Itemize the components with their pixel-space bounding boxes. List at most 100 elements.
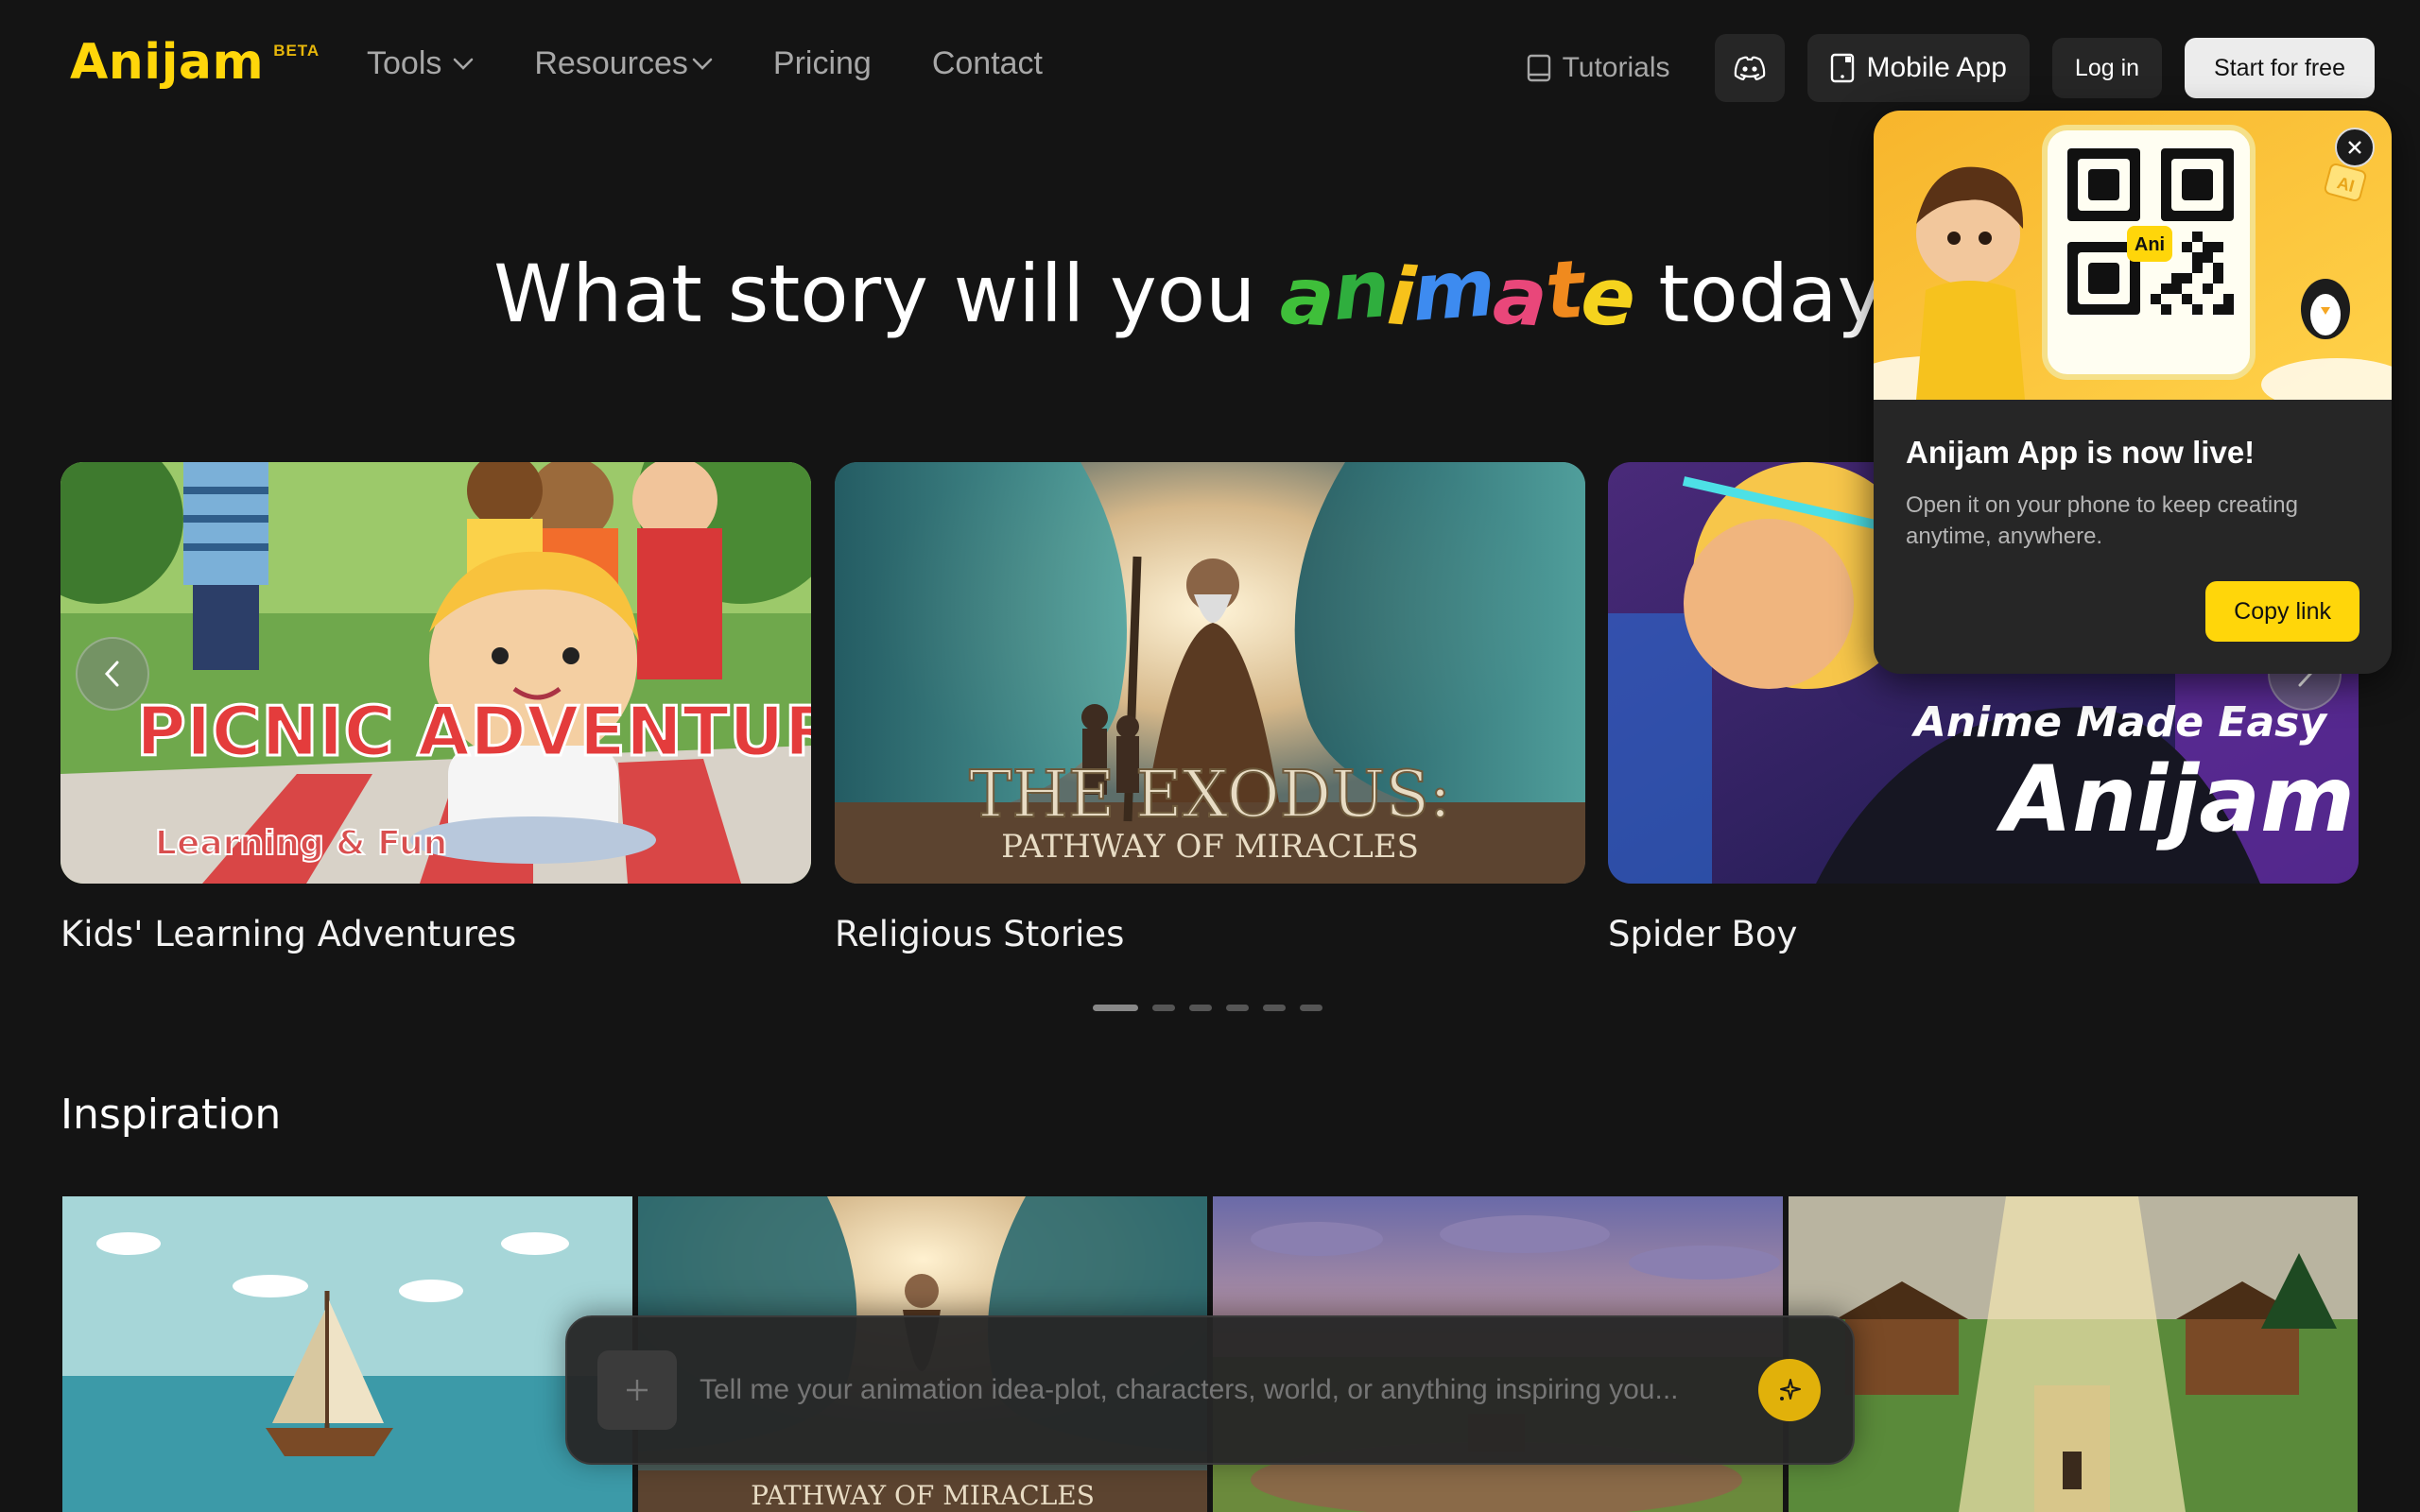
- prompt-input[interactable]: [700, 1374, 1758, 1406]
- carousel-card-kids[interactable]: PICNIC ADVENTURES! Learning & Fun Kids' …: [60, 462, 811, 954]
- main-nav: Tools Resources Pricing Contact: [367, 45, 1103, 82]
- chevron-down-icon: [454, 58, 474, 70]
- hero-title-highlight: animate: [1278, 241, 1636, 345]
- nav-item-label: Pricing: [772, 45, 872, 81]
- qr-module: [2171, 273, 2182, 284]
- inspiration-tile-block-village[interactable]: [1788, 1196, 2358, 1512]
- tutorials-label: Tutorials: [1562, 52, 1670, 83]
- popup-title: Anijam App is now live!: [1906, 435, 2256, 470]
- qr-module: [2192, 263, 2203, 273]
- card-overlay-subtitle: Learning & Fun: [155, 824, 447, 863]
- qr-module: [2213, 304, 2223, 315]
- start-for-free-button[interactable]: Start for free: [2185, 38, 2375, 98]
- card-overlay-subtitle: PATHWAY OF MIRACLES: [1001, 828, 1419, 866]
- qr-module: [2192, 252, 2203, 263]
- book-icon: [1527, 54, 1550, 82]
- qr-finder: [2088, 263, 2119, 294]
- prompt-bar: [565, 1315, 1855, 1465]
- card-label: Spider Boy: [1608, 914, 1798, 954]
- generate-button[interactable]: [1758, 1359, 1821, 1421]
- sailboat-thumbnail: [62, 1196, 632, 1512]
- pagination-dot[interactable]: [1093, 1005, 1138, 1011]
- qr-module: [2203, 284, 2213, 294]
- card-thumbnail: THE EXODUS: PATHWAY OF MIRACLES: [835, 462, 1585, 884]
- qr-module: [2223, 294, 2234, 304]
- nav-item-pricing[interactable]: Pricing: [773, 45, 872, 82]
- qr-module: [2223, 304, 2234, 315]
- login-button[interactable]: Log in: [2051, 38, 2163, 98]
- pagination-dot[interactable]: [1189, 1005, 1212, 1011]
- discord-icon: [1735, 56, 1766, 80]
- tutorials-link[interactable]: Tutorials: [1527, 52, 1670, 84]
- brand-logo[interactable]: Anijam BETA: [70, 34, 320, 91]
- qr-module: [2161, 284, 2171, 294]
- tile-caption: PATHWAY OF MIRACLES: [751, 1480, 1095, 1511]
- card-overlay-title: PICNIC ADVENTURES!: [136, 692, 811, 771]
- qr-module: [2171, 284, 2182, 294]
- mobile-app-label: Mobile App: [1866, 52, 2007, 83]
- brand-name: Anijam: [70, 34, 265, 91]
- pagination-dot[interactable]: [1226, 1005, 1249, 1011]
- header-actions: Tutorials Mobile App Log in Start for fr…: [1527, 34, 2375, 102]
- popup-description: Open it on your phone to keep creating a…: [1906, 492, 2298, 549]
- qr-finder: [2088, 169, 2119, 200]
- add-attachment-button[interactable]: [597, 1350, 677, 1430]
- chevron-left-icon: [104, 661, 119, 687]
- card-label: Kids' Learning Adventures: [60, 914, 517, 954]
- qr-module: [2203, 242, 2213, 252]
- nav-item-contact[interactable]: Contact: [932, 45, 1043, 82]
- nav-item-label: Tools: [367, 45, 442, 81]
- copy-link-button[interactable]: Copy link: [2205, 581, 2360, 642]
- qr-module: [2192, 232, 2203, 242]
- qr-label: Ani: [2135, 234, 2165, 255]
- nav-item-tools[interactable]: Tools: [367, 45, 474, 82]
- exodus-illustration: THE EXODUS: PATHWAY OF MIRACLES: [835, 462, 1585, 884]
- animate-letter: m: [1409, 241, 1497, 339]
- qr-module: [2213, 273, 2223, 284]
- animate-letter: a: [1277, 249, 1337, 345]
- qr-module: [2161, 304, 2171, 315]
- block-village-thumbnail: [1788, 1196, 2358, 1512]
- qr-module: [2213, 242, 2223, 252]
- animate-letter: n: [1329, 242, 1391, 338]
- qr-module: [2182, 273, 2192, 284]
- sparkle-icon: [1780, 1379, 1801, 1400]
- plus-icon: [627, 1380, 648, 1400]
- inspiration-tile-sailboat[interactable]: [62, 1196, 632, 1512]
- card-label: Religious Stories: [835, 914, 1125, 954]
- chevron-down-icon: [692, 58, 713, 70]
- inspiration-heading: Inspiration: [60, 1091, 282, 1139]
- carousel-card-religious[interactable]: THE EXODUS: PATHWAY OF MIRACLES Religiou…: [835, 462, 1585, 954]
- close-popup-button[interactable]: [2335, 128, 2375, 167]
- discord-button[interactable]: [1715, 34, 1786, 102]
- qr-module: [2151, 294, 2161, 304]
- qr-module: [2182, 294, 2192, 304]
- carousel-pagination: [1093, 1005, 1322, 1011]
- card-overlay-title: Anime Made Easy: [1911, 698, 2329, 747]
- pagination-dot[interactable]: [1152, 1005, 1175, 1011]
- popup-banner: Ani AI: [1874, 111, 2392, 400]
- mobile-app-popup: Ani AI Anijam App is now live! Open it o…: [1874, 111, 2392, 674]
- qr-module: [2203, 252, 2213, 263]
- pagination-dot[interactable]: [1300, 1005, 1322, 1011]
- qr-module: [2182, 242, 2192, 252]
- animate-letter: e: [1578, 249, 1637, 345]
- picnic-illustration: PICNIC ADVENTURES! Learning & Fun: [60, 462, 811, 884]
- nav-item-resources[interactable]: Resources: [534, 45, 713, 82]
- card-overlay-title: THE EXODUS:: [969, 758, 1451, 833]
- pagination-dot[interactable]: [1263, 1005, 1286, 1011]
- app-promo-illustration: Ani AI: [1874, 111, 2392, 400]
- card-thumbnail: PICNIC ADVENTURES! Learning & Fun: [60, 462, 811, 884]
- nav-item-label: Resources: [534, 45, 688, 81]
- qr-module: [2213, 263, 2223, 273]
- hero-title-before: What story will you: [493, 248, 1256, 340]
- beta-badge: BETA: [273, 42, 320, 60]
- mobile-app-button[interactable]: Mobile App: [1807, 34, 2030, 102]
- close-icon: [2348, 141, 2361, 154]
- qr-module: [2192, 304, 2203, 315]
- animate-letter: a: [1490, 249, 1548, 345]
- animate-letter: t: [1542, 242, 1585, 338]
- nav-item-label: Contact: [931, 45, 1044, 81]
- carousel-prev-button[interactable]: [76, 637, 149, 711]
- card-overlay-subtitle: Anijam: [1996, 747, 2355, 852]
